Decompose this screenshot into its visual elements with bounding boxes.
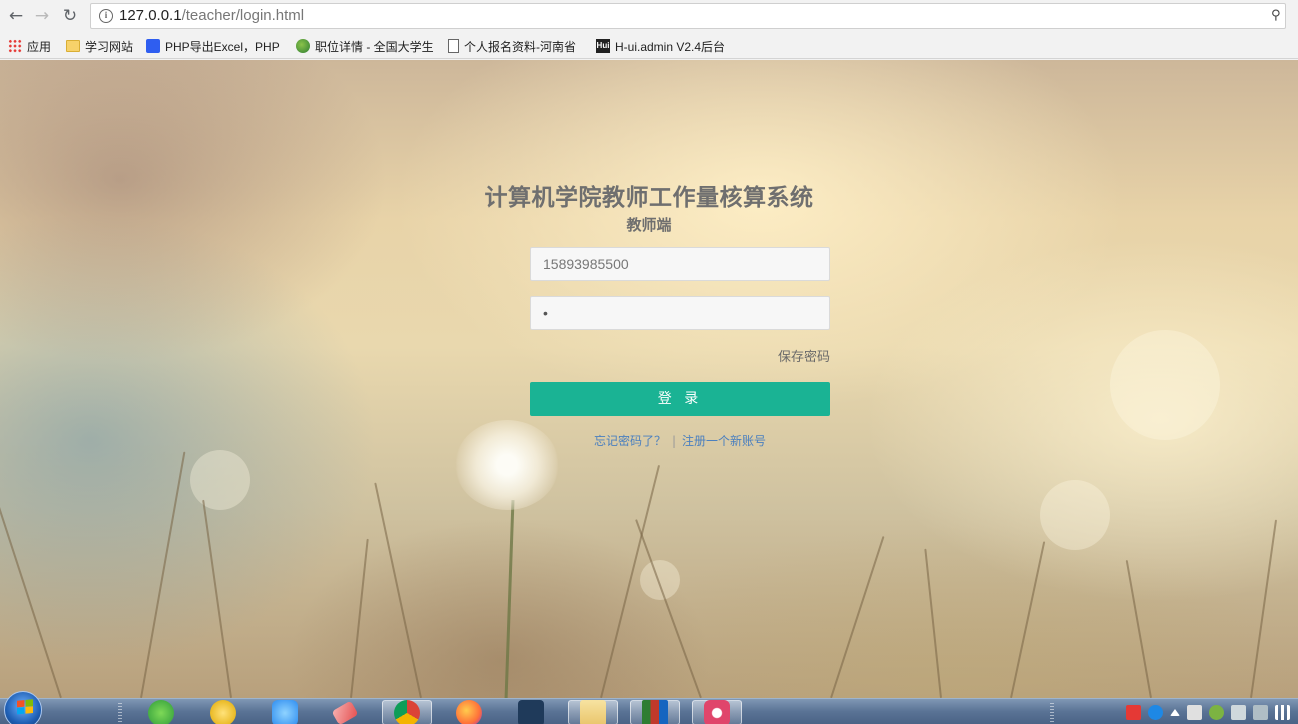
login-button[interactable]: 登 录 bbox=[530, 382, 830, 416]
bookmark-hui-admin[interactable]: Hui H-ui.admin V2.4后台 bbox=[596, 37, 734, 55]
help-icon[interactable] bbox=[1148, 704, 1163, 720]
volume-icon[interactable] bbox=[1231, 704, 1246, 720]
bookmark-personal-info[interactable]: 个人报名资料-河南省 bbox=[448, 37, 588, 55]
explorer-icon bbox=[580, 699, 606, 724]
apps-grid-icon bbox=[8, 39, 22, 53]
forward-icon[interactable]: → bbox=[32, 6, 52, 26]
bookmark-label: 职位详情 - 全国大学生 bbox=[315, 39, 434, 54]
green-arrow-app-icon bbox=[148, 699, 174, 724]
grass-blade bbox=[830, 536, 885, 698]
yellow-app-icon bbox=[210, 699, 236, 724]
bookmark-label: 学习网站 bbox=[85, 39, 134, 54]
eraser-app-icon bbox=[331, 700, 359, 724]
background-bokeh bbox=[190, 450, 250, 510]
forgot-password-link[interactable]: 忘记密码了？ bbox=[594, 434, 666, 448]
register-link[interactable]: 注册一个新账号 bbox=[682, 434, 766, 448]
grass-blade bbox=[1250, 519, 1278, 698]
background-bokeh bbox=[1040, 480, 1110, 550]
taskbar-app-dark-s[interactable] bbox=[506, 699, 556, 724]
bookmark-label: 应用 bbox=[27, 39, 52, 54]
bookmarks-bar: 应用 学习网站 PHP导出Excel，PHP 职位详情 - 全国大学生 个人报名… bbox=[0, 32, 1298, 59]
taskbar-app-explorer[interactable] bbox=[568, 699, 618, 724]
info-icon[interactable]: i bbox=[99, 9, 113, 23]
folder-icon bbox=[66, 40, 80, 52]
document-icon bbox=[448, 39, 459, 53]
taskbar-app-winrar[interactable] bbox=[630, 699, 680, 724]
globe-icon bbox=[296, 39, 310, 53]
firefox-icon bbox=[456, 699, 482, 724]
taskbar-app-eraser[interactable] bbox=[320, 700, 370, 724]
taskbar-app-firefox[interactable] bbox=[444, 699, 494, 724]
grass-blade bbox=[140, 451, 186, 698]
link-separator: | bbox=[671, 434, 677, 448]
grass-blade bbox=[635, 519, 702, 698]
grass-blade bbox=[202, 499, 232, 698]
username-input[interactable]: 15893985500 bbox=[530, 247, 830, 281]
grass-blade bbox=[924, 548, 942, 698]
start-button[interactable] bbox=[4, 691, 42, 724]
baidu-paw-icon bbox=[146, 39, 160, 53]
account-links: 忘记密码了？ | 注册一个新账号 bbox=[530, 432, 830, 449]
page-title: 计算机学院教师工作量核算系统 bbox=[484, 185, 814, 211]
password-input[interactable]: • bbox=[530, 296, 830, 330]
save-password-toggle[interactable]: 保存密码 bbox=[730, 346, 830, 365]
address-bar[interactable]: i 127.0.0.1/teacher/login.html ⚲ bbox=[90, 3, 1286, 29]
taskbar-app-baidu-cloud[interactable] bbox=[260, 699, 310, 724]
taskbar-app-yellow[interactable] bbox=[198, 699, 248, 724]
back-icon[interactable]: ← bbox=[6, 6, 26, 26]
bookmark-label: PHP导出Excel，PHP bbox=[165, 39, 280, 54]
reload-icon[interactable]: ↻ bbox=[60, 6, 80, 26]
pin-icon[interactable]: ⚲ bbox=[1271, 8, 1281, 24]
browser-toolbar: ← → ↻ i 127.0.0.1/teacher/login.html ⚲ bbox=[0, 0, 1298, 32]
url-path: /teacher/login.html bbox=[181, 7, 305, 24]
bookmark-apps[interactable]: 应用 bbox=[8, 37, 58, 55]
grass-blade bbox=[374, 482, 422, 698]
camera-app-icon bbox=[704, 699, 730, 724]
tray-grip[interactable] bbox=[1050, 703, 1054, 723]
system-tray bbox=[1126, 699, 1298, 724]
chrome-icon bbox=[394, 699, 420, 724]
bookmark-php-excel[interactable]: PHP导出Excel，PHP bbox=[146, 37, 284, 55]
grass-blade bbox=[350, 538, 369, 698]
url-text[interactable]: 127.0.0.1/teacher/login.html bbox=[119, 7, 304, 24]
dandelion-stem bbox=[504, 500, 515, 698]
security-icon[interactable] bbox=[1187, 704, 1202, 720]
sogou-ime-icon[interactable] bbox=[1126, 704, 1141, 720]
grass-blade bbox=[1010, 541, 1046, 698]
taskbar bbox=[0, 691, 1298, 724]
background-bokeh bbox=[1110, 330, 1220, 440]
network-signal-icon[interactable] bbox=[1275, 704, 1290, 720]
hui-icon: Hui bbox=[596, 39, 610, 53]
bookmark-label: 个人报名资料-河南省 bbox=[464, 39, 576, 54]
power-icon[interactable] bbox=[1253, 704, 1268, 720]
taskbar-app-camera[interactable] bbox=[692, 699, 742, 724]
page-subtitle: 教师端 bbox=[626, 216, 672, 234]
grass-blade bbox=[1125, 559, 1152, 698]
background-bokeh bbox=[640, 560, 680, 600]
dark-s-app-icon bbox=[518, 699, 544, 724]
bookmark-job-details[interactable]: 职位详情 - 全国大学生 bbox=[296, 37, 436, 55]
login-page: 计算机学院教师工作量核算系统 教师端 15893985500 • 保存密码 登 … bbox=[0, 60, 1298, 698]
url-host: 127.0.0.1 bbox=[119, 7, 182, 24]
taskbar-app-green-arrow[interactable] bbox=[136, 699, 186, 724]
winrar-icon bbox=[642, 699, 668, 724]
taskbar-app-chrome[interactable] bbox=[382, 699, 432, 724]
windows-logo-icon bbox=[17, 699, 33, 715]
bookmark-label: H-ui.admin V2.4后台 bbox=[615, 39, 726, 54]
baidu-cloud-icon bbox=[272, 699, 298, 724]
bookmark-study[interactable]: 学习网站 bbox=[66, 37, 140, 55]
show-hidden-icons-icon[interactable] bbox=[1170, 708, 1180, 716]
plus-icon[interactable] bbox=[1209, 704, 1224, 720]
taskbar-grip[interactable] bbox=[118, 703, 122, 723]
grass-blade bbox=[0, 383, 62, 698]
